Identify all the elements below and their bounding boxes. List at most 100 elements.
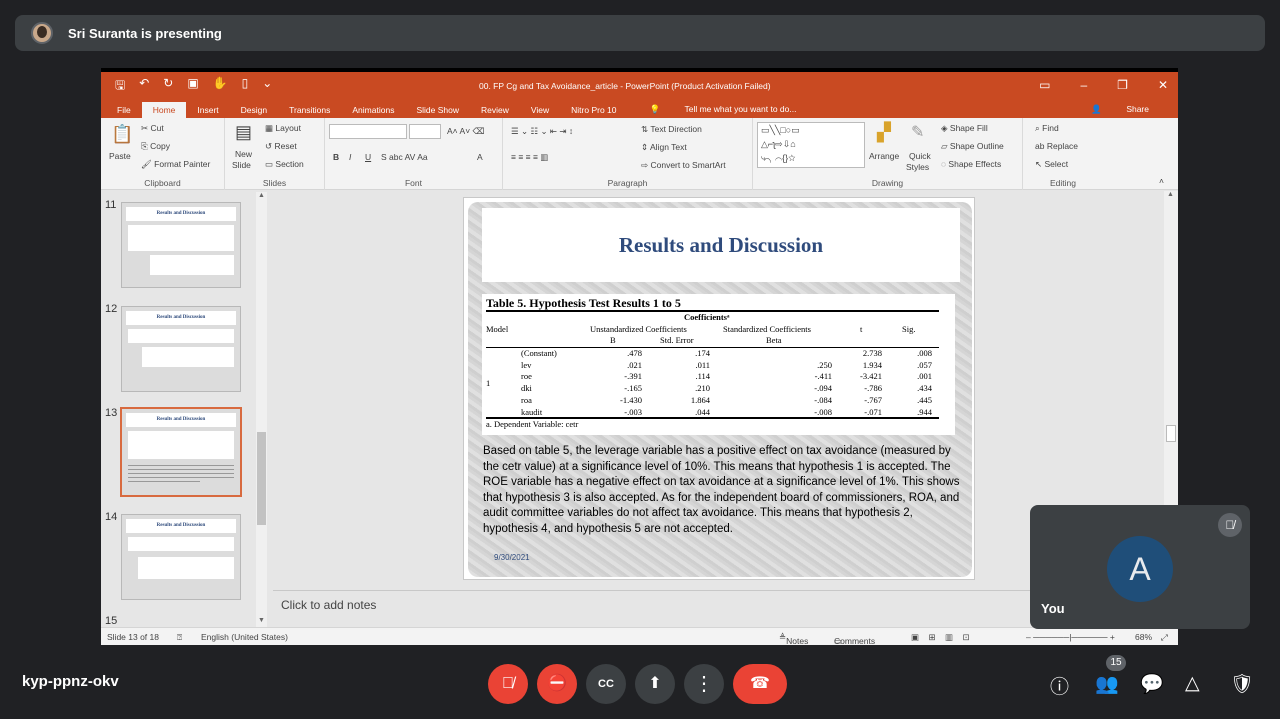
- tab-view[interactable]: View: [520, 105, 560, 118]
- host-controls-icon[interactable]: 🛡: [1230, 672, 1254, 696]
- tell-me-search[interactable]: 💡 Tell me what you want to do...: [628, 104, 819, 118]
- format-painter-button[interactable]: 🖌 Format Painter: [141, 159, 210, 170]
- find-button[interactable]: ⌕ Find: [1035, 123, 1059, 134]
- people-icon[interactable]: 👥: [1095, 672, 1119, 696]
- ribbon-display-icon[interactable]: ▭: [1039, 78, 1050, 92]
- italic-icon[interactable]: I: [349, 152, 351, 162]
- minimize-icon[interactable]: –: [1080, 78, 1087, 92]
- zoom-slider[interactable]: – ──────|────── +: [1026, 632, 1115, 642]
- quick-styles-button[interactable]: Quick: [909, 151, 931, 161]
- table-cell-beta: -.084: [814, 394, 832, 405]
- touch-mode-icon[interactable]: ✋: [213, 76, 228, 97]
- smartart-button[interactable]: ⇨ Convert to SmartArt: [641, 160, 726, 171]
- slide-date: 9/30/2021: [494, 553, 530, 562]
- slide-thumbnail-12[interactable]: Results and Discussion: [121, 306, 241, 392]
- shapes-gallery[interactable]: ▭╲╲□○▭ △⌐ʅ⇨⇩⌂ ⤷╮⌒{}☆: [757, 122, 865, 168]
- new-file-icon[interactable]: ▯: [242, 76, 249, 97]
- select-button[interactable]: ↖ Select: [1035, 159, 1068, 170]
- view-buttons[interactable]: ▣ ⊞ ▥ ⊡: [911, 632, 970, 643]
- bullets-icon[interactable]: ☰ ⌄ ☷ ⌄ ⇤ ⇥ ↕: [511, 126, 573, 137]
- tab-file[interactable]: File: [101, 105, 142, 118]
- section-button[interactable]: ▭ Section: [265, 159, 304, 170]
- captions-button[interactable]: CC: [586, 664, 626, 704]
- new-slide-label[interactable]: Slide: [232, 160, 251, 170]
- tab-insert[interactable]: Insert: [186, 105, 229, 118]
- quick-styles-label[interactable]: Styles: [906, 162, 929, 172]
- slide-title-box[interactable]: Results and Discussion: [482, 208, 960, 282]
- mic-toggle-button[interactable]: 🎙̸: [488, 664, 528, 704]
- paste-button[interactable]: Paste: [109, 151, 131, 161]
- arrange-button[interactable]: Arrange: [869, 151, 899, 161]
- font-color-icon[interactable]: A: [477, 152, 483, 162]
- scroll-up-icon[interactable]: ▲: [258, 192, 265, 199]
- close-icon[interactable]: ✕: [1158, 78, 1168, 92]
- tab-design[interactable]: Design: [230, 105, 278, 118]
- table-cell-se: .114: [695, 371, 710, 382]
- copy-button[interactable]: ⎘ Copy: [141, 141, 170, 152]
- thumb-number-13: 13: [105, 407, 118, 419]
- tab-review[interactable]: Review: [470, 105, 520, 118]
- info-icon[interactable]: ⓘ: [1050, 672, 1069, 699]
- align-text-button[interactable]: ⇕ Align Text: [641, 142, 687, 153]
- text-direction-button[interactable]: ⇅ Text Direction: [641, 124, 702, 135]
- fit-slide-icon[interactable]: ⤢: [1161, 632, 1168, 643]
- grow-font-icon[interactable]: A˄ A˅ ⌫: [447, 126, 485, 137]
- paragraph-group: ☰ ⌄ ☷ ⌄ ⇤ ⇥ ↕ ≡ ≡ ≡ ≡ ▥ ⇅ Text Direction…: [503, 118, 753, 190]
- table-cell-b: -.391: [624, 371, 642, 382]
- tab-slide-show[interactable]: Slide Show: [405, 105, 470, 118]
- camera-toggle-button[interactable]: ⛔: [537, 664, 577, 704]
- restore-icon[interactable]: ❐: [1117, 78, 1128, 92]
- save-icon[interactable]: 🖫: [115, 76, 125, 97]
- layout-button[interactable]: ▦ Layout: [265, 123, 301, 134]
- language-indicator[interactable]: English (United States): [201, 632, 288, 642]
- notes-toggle[interactable]: ≜ Notes: [779, 632, 808, 645]
- align-icons[interactable]: ≡ ≡ ≡ ≡ ▥: [511, 152, 548, 163]
- paste-icon[interactable]: 📋: [111, 124, 133, 145]
- customize-qa-icon[interactable]: ⌄: [262, 76, 272, 97]
- activities-icon[interactable]: △: [1185, 672, 1200, 695]
- scroll-up-icon[interactable]: ▲: [1167, 191, 1174, 198]
- collapse-ribbon-icon[interactable]: ˄: [1159, 176, 1164, 186]
- slide-thumbnail-14[interactable]: Results and Discussion: [121, 514, 241, 600]
- new-slide-button[interactable]: New: [235, 149, 252, 159]
- share-button[interactable]: 👤 Share: [1080, 104, 1160, 115]
- cut-button[interactable]: ✂ Cut: [141, 123, 164, 134]
- shape-fill-button[interactable]: ◈ Shape Fill: [941, 123, 988, 134]
- redo-icon[interactable]: ↻: [163, 76, 173, 97]
- underline-icon[interactable]: U: [365, 152, 371, 162]
- slide-thumbnail-13[interactable]: Results and Discussion: [120, 407, 242, 497]
- spellcheck-icon[interactable]: ⍰: [177, 632, 182, 643]
- tab-nitro[interactable]: Nitro Pro 10: [560, 105, 627, 118]
- present-icon[interactable]: ▣: [187, 76, 198, 97]
- scroll-down-icon[interactable]: ▼: [258, 617, 265, 624]
- shape-effects-button[interactable]: ◌ Shape Effects: [941, 159, 1001, 169]
- tab-animations[interactable]: Animations: [341, 105, 405, 118]
- thumbnail-scrollbar[interactable]: ▲ ▼: [256, 192, 267, 627]
- scroll-thumb[interactable]: [257, 432, 266, 525]
- notes-placeholder[interactable]: Click to add notes: [281, 598, 376, 612]
- present-button[interactable]: ⬆: [635, 664, 675, 704]
- chat-icon[interactable]: 💬: [1140, 672, 1164, 696]
- slide-thumbnail-11[interactable]: Results and Discussion: [121, 202, 241, 288]
- undo-icon[interactable]: ↶: [139, 76, 149, 97]
- slide-thumbnail-pane: 11 Results and Discussion 12 Results and…: [101, 191, 269, 627]
- font-size-box[interactable]: [409, 124, 441, 139]
- table-cell-beta: -.411: [814, 371, 832, 382]
- font-name-box[interactable]: [329, 124, 407, 139]
- new-slide-icon[interactable]: ▤: [235, 122, 252, 143]
- shape-outline-button[interactable]: ▱ Shape Outline: [941, 141, 1004, 152]
- tab-home[interactable]: Home: [141, 102, 187, 118]
- zoom-level[interactable]: 68%: [1135, 632, 1152, 642]
- leave-call-button[interactable]: ☎: [733, 664, 787, 704]
- replace-button[interactable]: ab Replace: [1035, 141, 1078, 151]
- arrange-icon[interactable]: ▞: [877, 122, 891, 143]
- slide-body-text[interactable]: Based on table 5, the leverage variable …: [483, 444, 963, 538]
- tab-transitions[interactable]: Transitions: [278, 105, 341, 118]
- more-options-button[interactable]: ⋮: [684, 664, 724, 704]
- window-title: 00. FP Cg and Tax Avoidance_article - Po…: [479, 81, 771, 91]
- strikethrough-icon[interactable]: S abc AV Aa: [381, 152, 428, 162]
- quick-styles-icon[interactable]: ✎: [911, 122, 924, 142]
- slide-scroll-thumb[interactable]: [1166, 425, 1176, 442]
- reset-button[interactable]: ↺ Reset: [265, 141, 297, 152]
- bold-icon[interactable]: B: [333, 152, 339, 162]
